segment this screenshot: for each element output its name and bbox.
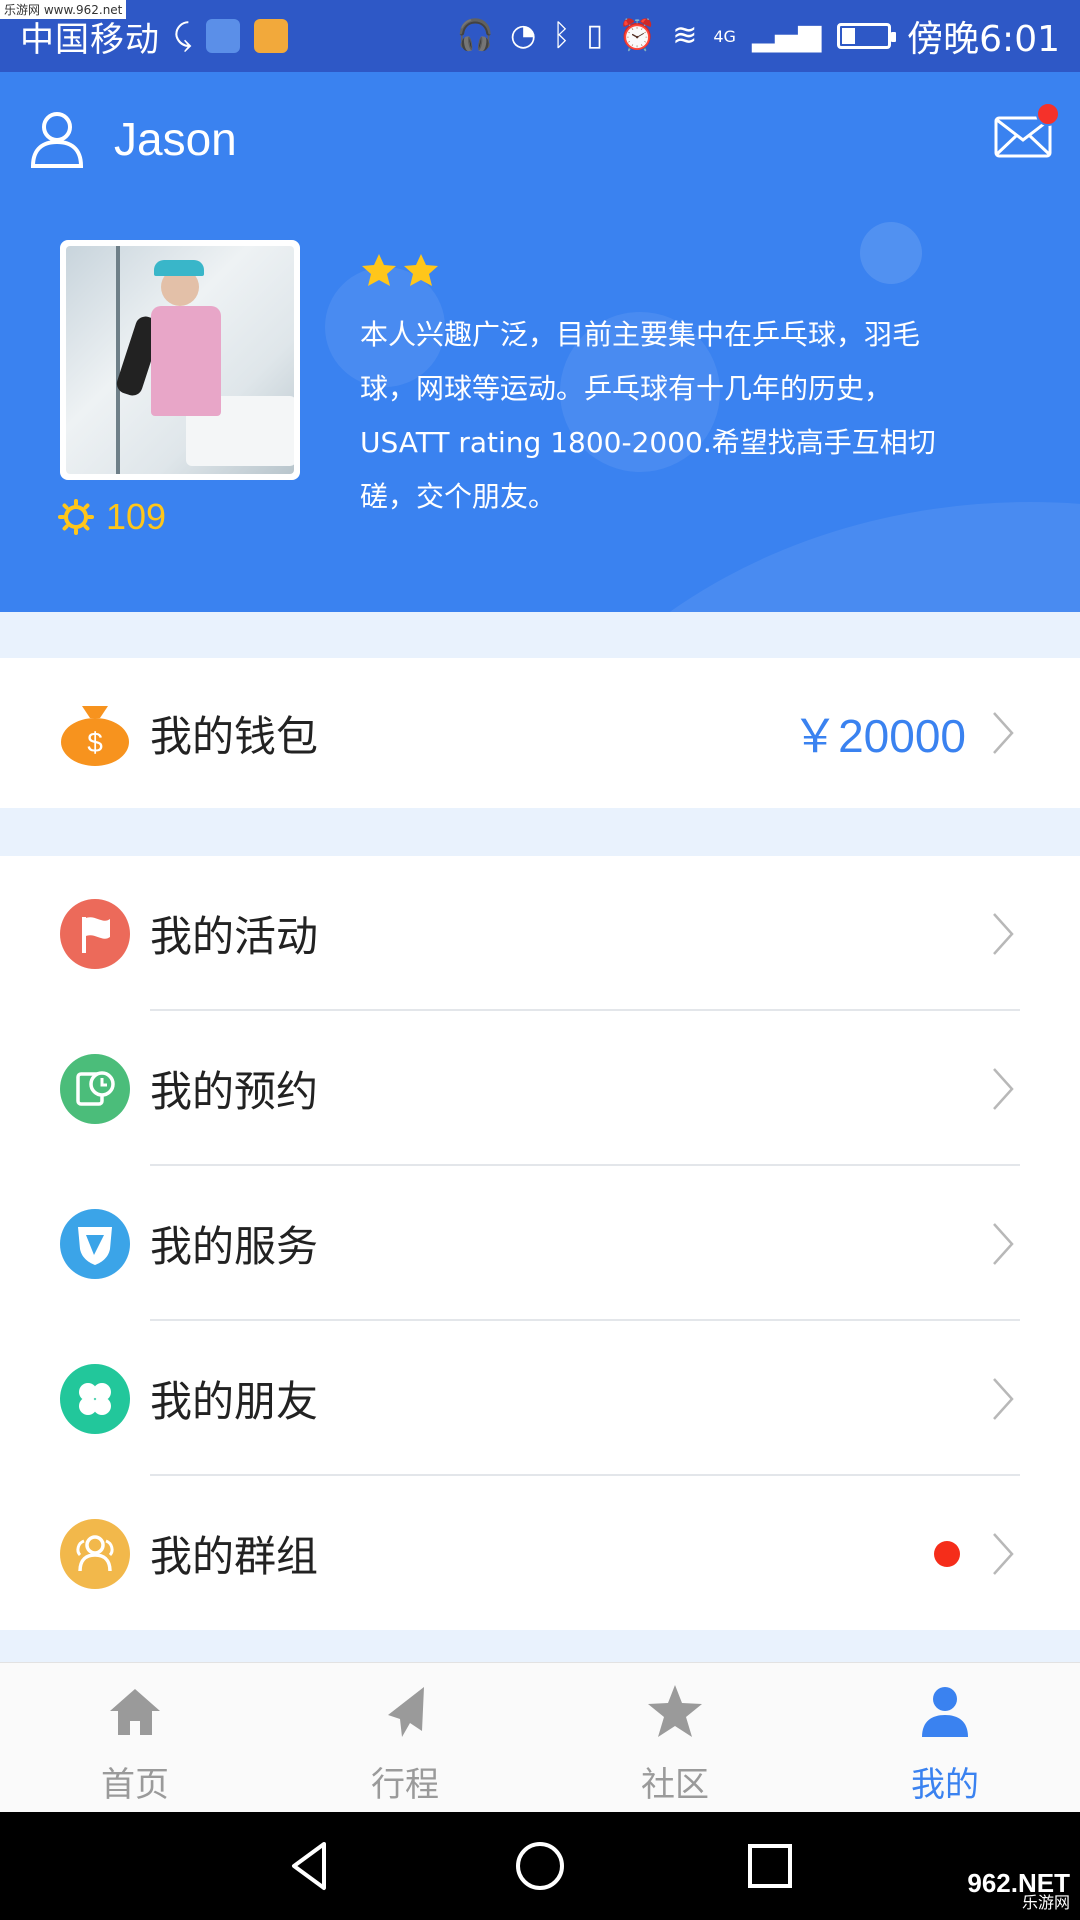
- home-icon: [110, 1689, 160, 1735]
- profile-header: Jason 109 本人兴趣广泛，目前主要集中在乒乓球，羽毛球，网球等运动。乒乓…: [0, 72, 1080, 612]
- baidu-app-icon: [206, 19, 240, 53]
- menu-item-label: 我的群组: [150, 1532, 319, 1581]
- chevron-right-icon: [993, 1067, 1014, 1110]
- shield-icon: [60, 1208, 130, 1279]
- alarm-icon: ⏰: [618, 18, 657, 53]
- menu-item-label: 我的朋友: [150, 1377, 319, 1426]
- menu-list: 我的活动我的预约我的服务我的朋友我的群组: [0, 856, 1080, 1630]
- tab-label: 行程: [371, 1765, 439, 1805]
- wifi-icon: ≋: [672, 18, 698, 53]
- data-saver-icon: ◔: [510, 18, 537, 53]
- menu-item-3[interactable]: 我的朋友: [0, 1321, 1080, 1476]
- recents-icon[interactable]: [740, 1836, 800, 1896]
- clock-icon: [60, 1053, 130, 1124]
- wallet-label: 我的钱包: [150, 711, 319, 761]
- avatar[interactable]: [60, 240, 300, 480]
- missed-call-icon: ⤹: [174, 18, 192, 53]
- headset-icon: 🎧: [456, 18, 495, 53]
- menu-item-label: 我的服务: [150, 1222, 319, 1271]
- menu-item-2[interactable]: 我的服务: [0, 1166, 1080, 1321]
- notification-dot: [934, 1540, 960, 1567]
- menu-item-0[interactable]: 我的活动: [0, 856, 1080, 1011]
- user-icon: [30, 112, 84, 168]
- person-icon: [922, 1687, 968, 1737]
- paper-plane-icon: [388, 1687, 424, 1737]
- message-app-icon: [254, 19, 288, 53]
- tab-0[interactable]: 首页: [0, 1663, 270, 1812]
- star-icon: [404, 254, 438, 286]
- points: 109: [58, 496, 166, 538]
- group-icon: [60, 1518, 130, 1589]
- chevron-right-icon: [993, 912, 1014, 955]
- flag-icon: [60, 898, 130, 969]
- system-nav-bar: 962.NET 乐游网: [0, 1812, 1080, 1920]
- vibrate-icon: ▯: [586, 18, 603, 53]
- bluetooth-icon: ᛒ: [552, 18, 571, 53]
- menu-item-4[interactable]: 我的群组: [0, 1476, 1080, 1631]
- chevron-right-icon: [993, 712, 1014, 754]
- tab-2[interactable]: 社区: [540, 1663, 810, 1812]
- menu-item-1[interactable]: 我的预约: [0, 1011, 1080, 1166]
- bottom-tab-bar: 首页 行程 社区 我的: [0, 1662, 1080, 1812]
- signal-icon: ▂▄▆: [751, 18, 822, 53]
- tab-label: 我的: [911, 1765, 979, 1805]
- menu-item-label: 我的活动: [150, 912, 319, 961]
- avatar-photo: [66, 246, 294, 474]
- back-icon[interactable]: [280, 1836, 340, 1896]
- star-icon: [362, 254, 396, 286]
- username: Jason: [114, 113, 237, 165]
- chevron-right-icon: [993, 1532, 1014, 1575]
- tab-label: 社区: [641, 1765, 709, 1805]
- star-icon: [648, 1685, 702, 1737]
- battery-icon: [837, 23, 897, 49]
- user-row[interactable]: Jason: [30, 110, 237, 168]
- mail-unread-dot: [1036, 102, 1060, 126]
- clover-icon: [60, 1363, 130, 1434]
- status-time: 傍晚6:01: [907, 19, 1060, 60]
- profile-bio: 本人兴趣广泛，目前主要集中在乒乓球，羽毛球，网球等运动。乒乓球有十几年的历史，U…: [360, 318, 936, 513]
- network-type: 4G: [713, 26, 736, 46]
- tab-label: 首页: [101, 1765, 169, 1805]
- wallet-card: $ 我的钱包 ￥20000: [0, 658, 1080, 808]
- status-bar: 中国移动 ⤹ 🎧 ◔ ᛒ ▯ ⏰ ≋ 4G ▂▄▆ 傍晚6:01: [0, 0, 1080, 72]
- chevron-right-icon: [993, 1377, 1014, 1420]
- home-nav-icon[interactable]: [510, 1836, 570, 1896]
- points-value: 109: [106, 496, 167, 537]
- svg-text:$: $: [87, 727, 103, 758]
- tab-1[interactable]: 行程: [270, 1663, 540, 1812]
- chevron-right-icon: [993, 1222, 1014, 1265]
- money-bag-icon: $: [60, 698, 130, 768]
- rating-stars: [360, 252, 440, 290]
- brand-watermark: 962.NET 乐游网: [967, 1868, 1070, 1912]
- wallet-amount: ￥20000: [792, 710, 966, 762]
- tab-3[interactable]: 我的: [810, 1663, 1080, 1812]
- watermark: 乐游网 www.962.net: [0, 0, 127, 19]
- menu-item-label: 我的预约: [150, 1067, 319, 1116]
- sun-icon: [58, 499, 94, 535]
- wallet-row[interactable]: $ 我的钱包 ￥20000: [0, 658, 1080, 808]
